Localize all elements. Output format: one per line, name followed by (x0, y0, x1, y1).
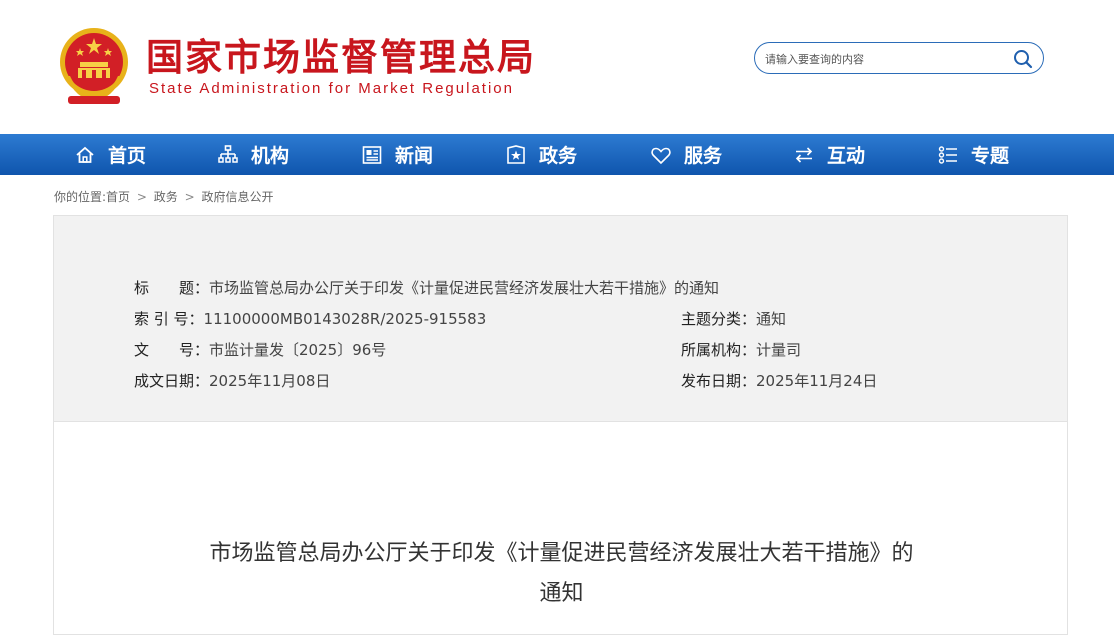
nav-item-news[interactable]: 新闻 (361, 134, 433, 175)
nav-item-label: 首页 (108, 145, 147, 167)
meta-title-row: 标 题：市场监管总局办公厅关于印发《计量促进民营经济发展壮大若干措施》的通知 (134, 278, 719, 298)
nav-item-label: 政务 (539, 145, 578, 167)
nav-item-label: 互动 (827, 145, 866, 167)
breadcrumb-separator: > (136, 190, 147, 204)
site-subtitle: State Administration for Market Regulati… (149, 80, 514, 97)
meta-org-label: 所属机构： (681, 341, 757, 359)
meta-created-row: 成文日期：2025年11月08日 (134, 371, 330, 391)
nav-item-topics[interactable]: 专题 (937, 134, 1009, 175)
breadcrumb: 你的位置:首页 > 政务 > 政府信息公开 (54, 188, 274, 205)
shield-star-icon (507, 144, 525, 164)
article-title-line: 市场监管总局办公厅关于印发《计量促进民营经济发展壮大若干措施》的 (209, 541, 914, 566)
list-icon (938, 145, 957, 164)
nav-item-service[interactable]: 服务 (650, 134, 722, 175)
breadcrumb-link-affairs[interactable]: 政务 (154, 190, 178, 204)
search-box (754, 42, 1044, 74)
meta-docno-row: 文 号：市监计量发〔2025〕96号 (134, 340, 386, 360)
meta-index-label: 索 引 号： (134, 310, 204, 328)
meta-published-label: 发布日期： (681, 372, 757, 390)
exchange-arrows-icon (795, 146, 813, 163)
nav-item-label: 服务 (684, 145, 723, 167)
meta-created-label: 成文日期： (134, 372, 210, 390)
newspaper-icon (362, 145, 382, 164)
meta-category-label: 主题分类： (681, 310, 757, 328)
breadcrumb-separator: > (184, 190, 195, 204)
breadcrumb-prefix: 你的位置: (54, 190, 107, 204)
nav-item-org[interactable]: 机构 (217, 134, 289, 175)
article-title: 市场监管总局办公厅关于印发《计量促进民营经济发展壮大若干措施》的 通知 (154, 534, 969, 614)
meta-created-value: 2025年11月08日 (209, 372, 331, 390)
meta-title-value: 市场监管总局办公厅关于印发《计量促进民营经济发展壮大若干措施》的通知 (209, 279, 720, 297)
nav-item-label: 专题 (971, 145, 1010, 167)
meta-org-row: 所属机构：计量司 (681, 340, 801, 360)
nav-item-label: 机构 (251, 145, 290, 167)
search-icon[interactable] (1013, 49, 1033, 69)
meta-category-row: 主题分类：通知 (681, 309, 786, 329)
meta-docno-label: 文 号： (134, 341, 210, 359)
article-title-line: 通知 (539, 581, 584, 606)
meta-docno-value: 市监计量发〔2025〕96号 (209, 341, 387, 359)
meta-published-row: 发布日期：2025年11月24日 (681, 371, 877, 391)
search-input[interactable] (765, 49, 1005, 69)
org-chart-icon (218, 144, 238, 163)
nav-item-interaction[interactable]: 互动 (793, 134, 865, 175)
meta-title-label: 标 题： (134, 279, 210, 297)
site-header: 国家市场监督管理总局 State Administration for Mark… (0, 0, 1114, 134)
meta-index-value: 11100000MB0143028R/2025-915583 (203, 310, 487, 328)
national-emblem-logo[interactable] (56, 26, 132, 106)
article-container: 标 题：市场监管总局办公厅关于印发《计量促进民营经济发展壮大若干措施》的通知 索… (53, 215, 1068, 635)
breadcrumb-link-gov-info[interactable]: 政府信息公开 (202, 190, 274, 204)
nav-item-affairs[interactable]: 政务 (505, 134, 577, 175)
meta-org-value: 计量司 (756, 341, 802, 359)
heart-icon (651, 147, 671, 164)
nav-item-label: 新闻 (395, 145, 434, 167)
meta-published-value: 2025年11月24日 (756, 372, 878, 390)
home-icon (76, 146, 94, 163)
site-title[interactable]: 国家市场监督管理总局 (146, 36, 536, 80)
main-nav: 首页 机构 新闻 政务 服务 互动 专题 (0, 134, 1114, 175)
document-metadata-panel: 标 题：市场监管总局办公厅关于印发《计量促进民营经济发展壮大若干措施》的通知 索… (54, 216, 1067, 422)
breadcrumb-link-home[interactable]: 首页 (106, 190, 130, 204)
nav-item-home[interactable]: 首页 (74, 134, 146, 175)
meta-category-value: 通知 (756, 310, 787, 328)
meta-index-row: 索 引 号：11100000MB0143028R/2025-915583 (134, 309, 486, 329)
